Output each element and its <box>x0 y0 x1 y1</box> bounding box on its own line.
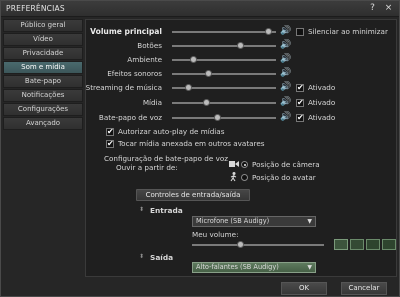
camera-position-label: Posição de câmera <box>252 160 320 169</box>
slider-thumb[interactable] <box>264 28 272 35</box>
tab-chat[interactable]: Bate-papo <box>3 75 83 88</box>
media-enabled-label: Ativado <box>308 98 336 107</box>
volume-row: Streaming de música 🔊 ✔ Ativado <box>86 82 398 94</box>
slider-thumb[interactable] <box>213 114 221 121</box>
output-arrow-icon: ⬍ <box>139 253 145 260</box>
voice-settings-label: Configuração de bate-papo de voz <box>104 154 228 163</box>
walking-person-icon <box>230 172 237 182</box>
voice-volume-label: Bate-papo de voz <box>98 113 162 122</box>
tab-public[interactable]: Público geral <box>3 19 83 32</box>
ambient-volume-label: Ambiente <box>127 55 162 64</box>
chevron-down-icon: ▼ <box>307 218 312 225</box>
my-volume-label: Meu volume: <box>192 230 239 239</box>
input-device-value: Microfone (SB Audigy) <box>196 217 270 225</box>
ok-button[interactable]: OK <box>281 282 327 295</box>
voice-level-meter <box>366 239 380 250</box>
window-title: PREFERÊNCIAS <box>6 4 65 13</box>
master-volume-slider[interactable] <box>172 28 276 35</box>
tab-privacy[interactable]: Privacidade <box>3 47 83 60</box>
media-volume-label: Mídia <box>142 98 162 107</box>
music-enabled-label: Ativado <box>308 83 336 92</box>
buttons-volume-label: Botões <box>137 41 162 50</box>
speaker-icon[interactable]: 🔊 <box>280 54 291 64</box>
voice-level-meter <box>334 239 348 250</box>
speaker-icon[interactable]: 🔊 <box>280 40 291 50</box>
camera-position-radio[interactable] <box>241 161 248 168</box>
sfx-volume-slider[interactable] <box>172 70 276 77</box>
music-volume-label: Streaming de música <box>85 83 162 92</box>
cancel-button[interactable]: Cancelar <box>341 282 387 295</box>
volume-row: Bate-papo de voz 🔊 ✔ Ativado <box>86 112 398 124</box>
buttons-volume-slider[interactable] <box>172 42 276 49</box>
auto-play-checkbox[interactable]: ✔ <box>106 128 114 136</box>
speaker-icon[interactable]: 🔊 <box>280 68 291 78</box>
sound-media-panel: Volume principal 🔊 Silenciar ao minimiza… <box>85 19 397 277</box>
tab-sound-media[interactable]: Som e mídia <box>3 61 83 74</box>
output-label: Saída <box>150 253 174 262</box>
my-volume-slider[interactable] <box>192 241 324 248</box>
hear-from-label: Ouvir a partir de: <box>116 163 178 172</box>
slider-thumb[interactable] <box>189 56 197 63</box>
voice-enabled-label: Ativado <box>308 113 336 122</box>
output-device-value: Alto-falantes (SB Audigy) <box>196 263 279 271</box>
volume-row: Ambiente 🔊 <box>86 54 398 66</box>
input-device-select[interactable]: Microfone (SB Audigy) ▼ <box>192 216 316 227</box>
attached-media-label: Tocar mídia anexada em outros avatares <box>118 139 265 148</box>
tab-video[interactable]: Vídeo <box>3 33 83 46</box>
tab-advanced[interactable]: Avançado <box>3 117 83 130</box>
tab-notifications[interactable]: Notificações <box>3 89 83 102</box>
input-arrow-icon: ⬍ <box>139 206 145 213</box>
mute-minimize-checkbox[interactable] <box>296 28 304 36</box>
music-enabled-checkbox[interactable]: ✔ <box>296 84 304 92</box>
media-enabled-checkbox[interactable]: ✔ <box>296 99 304 107</box>
speaker-icon[interactable]: 🔊 <box>280 26 291 36</box>
auto-play-label: Autorizar auto-play de mídias <box>118 127 225 136</box>
sfx-volume-label: Efeitos sonoros <box>107 69 162 78</box>
slider-thumb[interactable] <box>236 241 244 248</box>
speaker-icon[interactable]: 🔊 <box>280 82 291 92</box>
input-label: Entrada <box>150 206 183 215</box>
slider-thumb[interactable] <box>205 70 213 77</box>
avatar-position-radio[interactable] <box>241 174 248 181</box>
speaker-icon[interactable]: 🔊 <box>280 97 291 107</box>
volume-row: Mídia 🔊 ✔ Ativado <box>86 97 398 109</box>
output-device-select[interactable]: Alto-falantes (SB Audigy) ▼ <box>192 262 316 273</box>
preferences-window: PREFERÊNCIAS ? × Público geral Vídeo Pri… <box>0 0 400 297</box>
slider-thumb[interactable] <box>184 84 192 91</box>
master-volume-row: Volume principal 🔊 Silenciar ao minimiza… <box>86 26 398 38</box>
help-icon[interactable]: ? <box>367 3 378 14</box>
voice-level-meter <box>350 239 364 250</box>
avatar-position-label: Posição do avatar <box>252 173 316 182</box>
voice-volume-slider[interactable] <box>172 114 276 121</box>
sidebar: Público geral Vídeo Privacidade Som e mí… <box>3 19 83 131</box>
voice-level-meter <box>382 239 396 250</box>
slider-thumb[interactable] <box>203 99 211 106</box>
tab-settings[interactable]: Configurações <box>3 103 83 116</box>
title-bar[interactable]: PREFERÊNCIAS ? × <box>1 1 399 17</box>
media-volume-slider[interactable] <box>172 99 276 106</box>
slider-thumb[interactable] <box>236 42 244 49</box>
volume-row: Botões 🔊 <box>86 40 398 52</box>
voice-enabled-checkbox[interactable]: ✔ <box>296 114 304 122</box>
mute-minimize-label: Silenciar ao minimizar <box>308 27 388 36</box>
chevron-down-icon: ▼ <box>307 264 312 271</box>
master-volume-label: Volume principal <box>90 27 162 36</box>
attached-media-checkbox[interactable]: ✔ <box>106 140 114 148</box>
camera-icon <box>229 161 239 167</box>
speaker-icon[interactable]: 🔊 <box>280 112 291 122</box>
volume-row: Efeitos sonoros 🔊 <box>86 68 398 80</box>
io-controls-button[interactable]: Controles de entrada/saída <box>136 189 250 201</box>
ambient-volume-slider[interactable] <box>172 56 276 63</box>
close-icon[interactable]: × <box>383 3 394 14</box>
music-volume-slider[interactable] <box>172 84 276 91</box>
